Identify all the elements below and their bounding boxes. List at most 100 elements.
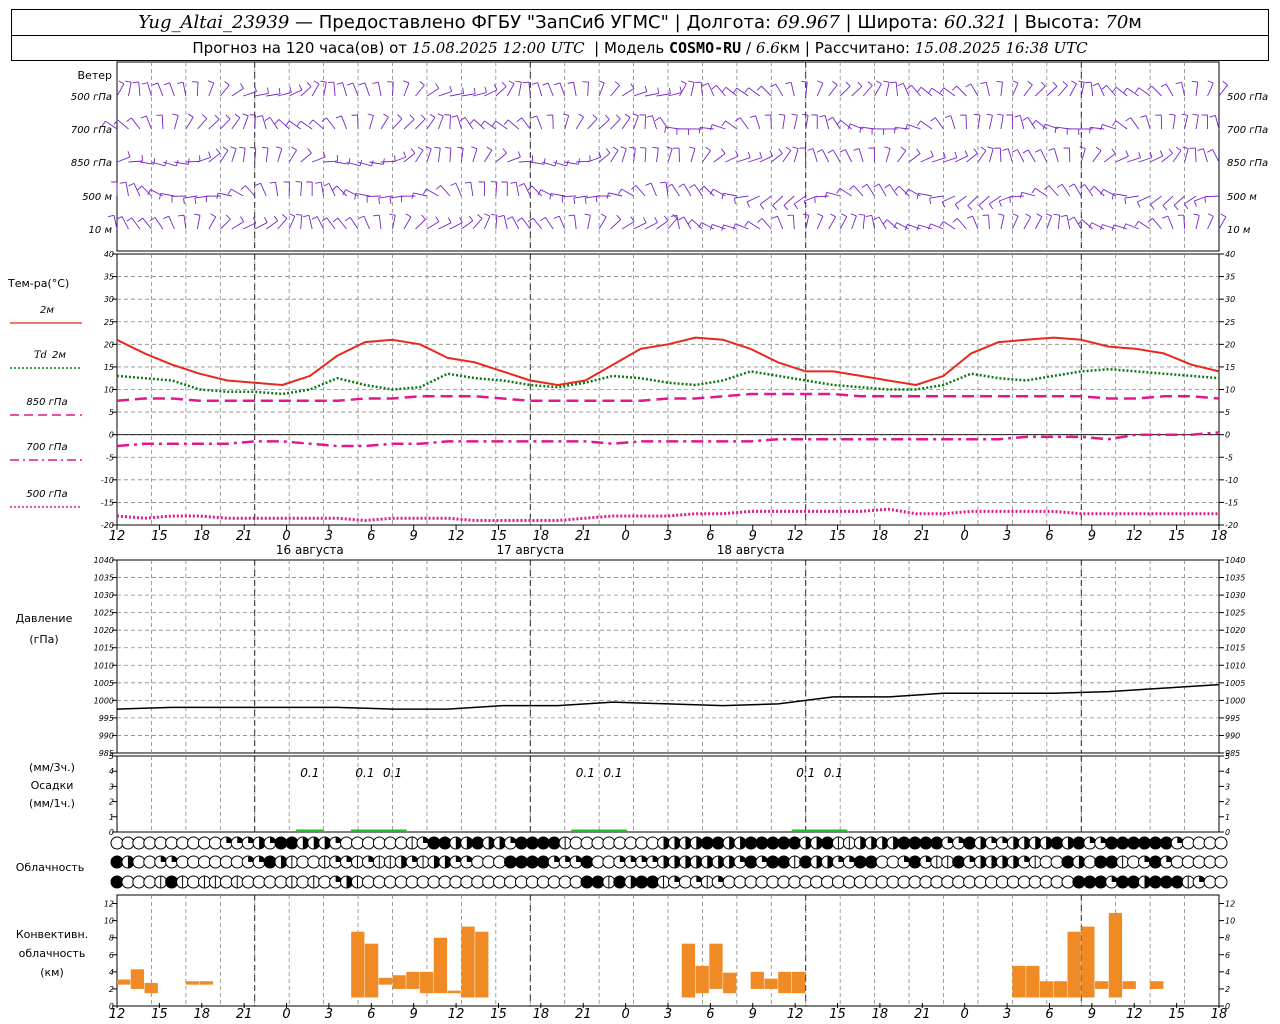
wind-barb xyxy=(300,81,312,97)
wind-barb-staff xyxy=(1084,184,1094,197)
wind-barb-staff xyxy=(495,152,507,163)
cloud-symbol-outline xyxy=(318,875,332,889)
cloud-symbol xyxy=(919,836,933,850)
cloud-symbol-full xyxy=(537,856,550,868)
wind-barb-flag xyxy=(698,127,701,134)
wind-barb-staff xyxy=(832,116,841,130)
cloud-symbol xyxy=(963,875,977,889)
wind-barb-flag xyxy=(486,146,493,151)
wind-barb-flag xyxy=(884,184,890,189)
cloud-symbol xyxy=(831,875,845,889)
hour-axis-bottom-label: 3 xyxy=(664,1007,672,1022)
wind-barb xyxy=(315,181,325,197)
wind-barb-flag xyxy=(367,113,374,116)
wind-barb xyxy=(610,214,622,230)
convective-bar xyxy=(1039,981,1054,998)
wind-barb xyxy=(771,215,784,230)
wind-barb-staff xyxy=(230,188,244,197)
wind-barb-flag xyxy=(598,80,605,84)
wind-barb-staff xyxy=(858,148,864,163)
wind-barb-staff xyxy=(656,148,659,163)
wind-level-label-right: 10 м xyxy=(1227,225,1251,236)
wind-barb-flag xyxy=(1191,80,1198,83)
wind-barb-flag xyxy=(759,204,765,210)
cloud-symbol xyxy=(416,875,430,889)
cloud-symbol-outline xyxy=(1192,855,1206,869)
wind-barb-flag xyxy=(516,117,523,122)
wind-barb-flag xyxy=(307,148,312,154)
cloud-symbol-full xyxy=(526,837,539,849)
cloud-symbol xyxy=(274,875,288,889)
wind-barb-staff xyxy=(1195,82,1199,97)
wind-barb xyxy=(152,82,164,97)
wind-barb-flag xyxy=(939,221,944,227)
wind-barb-staff xyxy=(540,189,554,197)
cloud-symbol xyxy=(449,855,463,869)
cloud-symbol-full xyxy=(646,876,659,888)
wind-barb xyxy=(464,181,474,197)
wind-barb-staff xyxy=(970,83,979,97)
cloud-symbol xyxy=(1148,836,1162,850)
cloud-symbol-outline xyxy=(460,875,474,889)
wind-barb-staff xyxy=(716,84,726,97)
temperature-axis-tick-label-right: -5 xyxy=(1225,453,1233,462)
wind-barb xyxy=(373,214,382,230)
wind-barb xyxy=(501,181,508,197)
wind-barb-flag xyxy=(1134,87,1140,93)
wind-barb xyxy=(415,114,426,130)
wind-barb-flag xyxy=(817,213,824,217)
wind-barb-flag xyxy=(791,113,798,116)
wind-barb xyxy=(1127,151,1141,163)
wind-barb xyxy=(1182,146,1189,163)
legend-label-td: Td xyxy=(34,350,47,361)
cloud-symbol-outline xyxy=(416,875,430,889)
wind-barb-flag xyxy=(313,80,320,85)
precip-axis-tick-label-right: 3 xyxy=(1225,782,1230,791)
wind-barb xyxy=(1162,215,1174,230)
wind-barb-flag xyxy=(411,192,414,199)
cloud-symbol xyxy=(504,855,518,869)
wind-barb xyxy=(1002,148,1013,163)
pressure-panel-title: Давление xyxy=(16,612,73,625)
cloud-symbol xyxy=(340,875,354,889)
cloud-symbol-outline xyxy=(296,875,310,889)
wind-barb-flag xyxy=(417,146,424,151)
cloud-symbol xyxy=(263,836,277,850)
wind-barb xyxy=(678,183,692,197)
wind-barb-staff xyxy=(470,182,474,197)
cloud-symbol xyxy=(853,836,867,850)
cloud-symbol xyxy=(263,875,277,889)
cloud-symbol-outline xyxy=(165,836,179,850)
wind-barb-staff xyxy=(300,152,312,163)
wind-barb-flag xyxy=(222,146,229,151)
wind-barb-flag xyxy=(824,192,828,199)
wind-barb-staff xyxy=(472,218,483,230)
wind-barb xyxy=(230,146,237,163)
wind-barb-flag xyxy=(1027,80,1033,86)
wind-level-label-right: 500 гПа xyxy=(1227,92,1268,103)
wind-barb-staff xyxy=(911,85,921,97)
wind-barb xyxy=(620,146,627,163)
wind-barb-staff xyxy=(173,115,179,130)
cloud-symbol-outline xyxy=(274,875,288,889)
wind-barb xyxy=(542,82,554,97)
wind-barb-flag xyxy=(239,83,244,89)
wind-barb-flag xyxy=(643,217,647,224)
wind-barb xyxy=(1053,214,1061,230)
cloud-symbol xyxy=(558,875,572,889)
wind-barb-flag xyxy=(857,81,863,87)
wind-barb xyxy=(1103,148,1116,163)
precip-axis-tick-label-left: 3 xyxy=(109,782,114,791)
cloud-symbol-full xyxy=(471,837,484,849)
wind-barb xyxy=(978,195,990,211)
wind-barb xyxy=(1048,148,1059,163)
wind-barb-staff xyxy=(1207,83,1214,97)
wind-barb-flag xyxy=(1078,80,1085,83)
wind-barb xyxy=(562,113,570,130)
cloud-symbol xyxy=(1116,855,1130,869)
precip-value-label: 0.1 xyxy=(383,766,402,780)
convective-bar xyxy=(392,975,406,989)
wind-barb-flag xyxy=(127,151,131,158)
convective-axis-tick-label-right: 2 xyxy=(1225,985,1230,994)
hour-axis-bottom-label: 6 xyxy=(706,1007,714,1022)
